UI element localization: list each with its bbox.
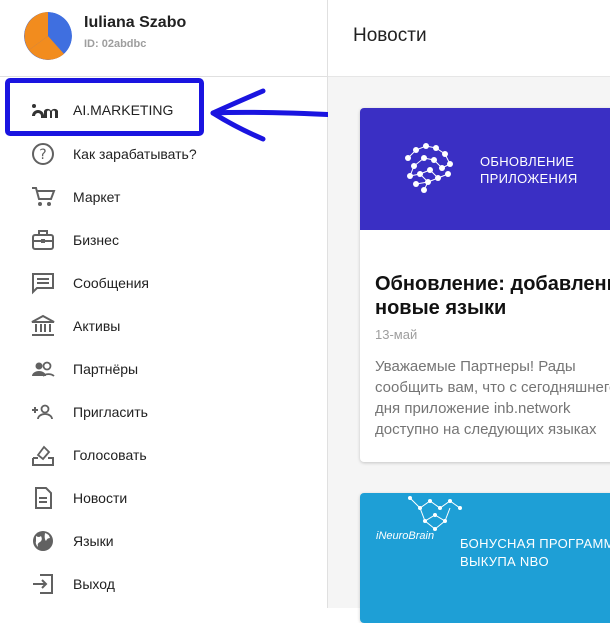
svg-text:?: ? (39, 147, 46, 163)
briefcase-icon (30, 228, 56, 252)
sidebar-item-messages[interactable]: Сообщения (0, 263, 327, 303)
news-excerpt-line: Уважаемые Партнеры! Рады (375, 358, 576, 375)
banner-text-line: ПРИЛОЖЕНИЯ (480, 171, 578, 186)
profile-header[interactable]: Iuliana Szabo ID: 02abdbc (0, 0, 327, 77)
news-excerpt-line: дня приложение inb.network (375, 400, 571, 417)
sidebar-item-label: Пригласить (73, 404, 148, 420)
news-card[interactable]: ОБНОВЛЕНИЕ ПРИЛОЖЕНИЯ Обновление: добавл… (360, 108, 610, 462)
sidebar-item-label: AI.MARKETING (73, 102, 174, 118)
sidebar-item-business[interactable]: Бизнес (0, 220, 327, 260)
sidebar-item-ai-marketing[interactable]: AI.MARKETING (0, 90, 327, 130)
brain-network-icon (408, 496, 462, 531)
user-name: Iuliana Szabo (84, 14, 187, 31)
sidebar-item-invite[interactable]: Пригласить (0, 392, 327, 432)
help-circle-icon: ? (30, 142, 56, 166)
ballot-icon (30, 443, 56, 467)
article-icon (30, 486, 56, 510)
globe-icon (30, 529, 56, 553)
banner-text-line: ВЫКУПА NBO (460, 554, 549, 569)
news-excerpt-line: доступно на следующих языках (375, 421, 597, 438)
news-banner: iNeuroBrain БОНУСНАЯ ПРОГРАММА ВЫКУПА NB… (360, 493, 610, 623)
sidebar-item-label: Бизнес (73, 232, 119, 248)
ai-marketing-logo-icon (30, 98, 58, 122)
sidebar-item-label: Языки (73, 533, 114, 549)
news-card[interactable]: iNeuroBrain БОНУСНАЯ ПРОГРАММА ВЫКУПА NB… (360, 493, 610, 623)
sidebar-item-label: Голосовать (73, 447, 147, 463)
sidebar-item-assets[interactable]: Активы (0, 306, 327, 346)
sidebar-item-label: Сообщения (73, 275, 149, 291)
sidebar-item-label: Активы (73, 318, 121, 334)
person-add-icon (30, 400, 56, 424)
sidebar-item-partners[interactable]: Партнёры (0, 349, 327, 389)
sidebar-item-news[interactable]: Новости (0, 478, 327, 518)
exit-icon (30, 572, 56, 596)
sidebar-item-label: Выход (73, 576, 115, 592)
avatar (24, 12, 72, 60)
news-excerpt: Уважаемые Партнеры! Рады сообщить вам, ч… (375, 356, 610, 440)
main-content: Новости ОБНОВЛЕНИЕ ПРИЛОЖЕНИЯ Обновление… (328, 0, 610, 623)
user-id: ID: 02abdbc (84, 38, 147, 50)
news-title-line: новые языки (375, 297, 507, 319)
page-title: Новости (353, 25, 427, 46)
top-bar: Новости (328, 0, 610, 77)
bank-icon (30, 314, 56, 338)
sidebar-item-how-to-earn[interactable]: ? Как зарабатывать? (0, 134, 327, 174)
banner-text-line: ОБНОВЛЕНИЕ (480, 154, 575, 169)
sidebar-item-label: Партнёры (73, 361, 139, 377)
news-excerpt-line: сообщить вам, что с сегодняшнего (375, 379, 610, 396)
sidebar-item-label: Маркет (73, 189, 121, 205)
brand-label: iNeuroBrain (376, 530, 435, 542)
news-date: 13-май (375, 327, 418, 342)
news-title: Обновление: добавлены новые языки (375, 272, 610, 320)
sidebar-item-market[interactable]: Маркет (0, 177, 327, 217)
shopping-cart-icon (30, 185, 56, 209)
news-banner: ОБНОВЛЕНИЕ ПРИЛОЖЕНИЯ (360, 108, 610, 230)
sidebar-item-label: Как зарабатывать? (73, 146, 197, 162)
sidebar-item-vote[interactable]: Голосовать (0, 435, 327, 475)
people-icon (30, 357, 56, 381)
sidebar-item-languages[interactable]: Языки (0, 521, 327, 561)
banner-text: БОНУСНАЯ ПРОГРАММА ВЫКУПА NBO (460, 535, 610, 571)
sidebar: Iuliana Szabo ID: 02abdbc AI.MARKETING ?… (0, 0, 328, 608)
banner-text-line: БОНУСНАЯ ПРОГРАММА (460, 536, 610, 551)
sidebar-item-label: Новости (73, 490, 128, 506)
sidebar-item-logout[interactable]: Выход (0, 564, 327, 604)
news-title-line: Обновление: добавлены (375, 273, 610, 295)
message-icon (30, 271, 56, 295)
brain-network-icon (405, 143, 453, 193)
